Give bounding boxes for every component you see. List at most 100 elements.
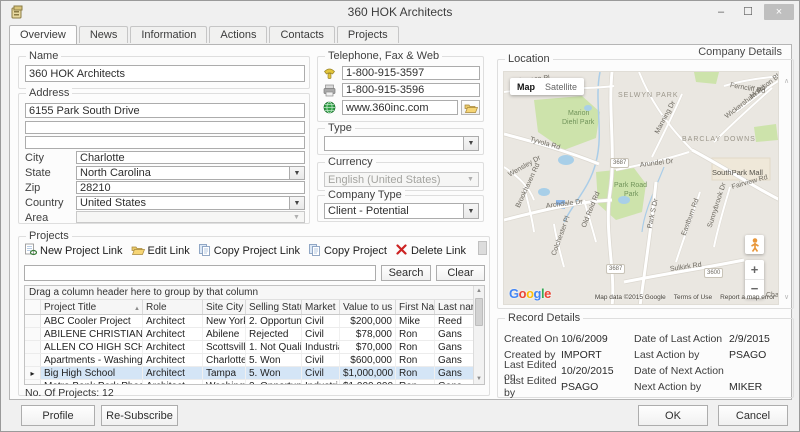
- column-header-first-name[interactable]: First Name: [396, 300, 435, 314]
- table-cell: Architect: [143, 380, 203, 385]
- map-button[interactable]: Map: [517, 82, 535, 92]
- area-select[interactable]: ▼: [76, 211, 305, 223]
- toolbar-new-project-link-button[interactable]: New Project Link: [24, 243, 123, 259]
- tab-actions[interactable]: Actions: [209, 26, 267, 43]
- table-row[interactable]: ALLEN CO HIGH SCHOOL PH 2ArchitectScotts…: [25, 341, 484, 354]
- new-project-link-icon: [24, 243, 37, 259]
- zip-input[interactable]: [76, 181, 305, 194]
- city-label: City: [25, 152, 44, 164]
- table-cell: Industrial: [302, 380, 340, 385]
- phone-input[interactable]: [342, 66, 480, 80]
- chevron-down-icon[interactable]: ▼: [289, 167, 304, 179]
- google-logo: Google: [509, 286, 551, 301]
- row-indicator: [25, 354, 41, 366]
- tab-projects[interactable]: Projects: [337, 26, 399, 43]
- tab-overview[interactable]: Overview: [9, 25, 77, 44]
- tab-news[interactable]: News: [79, 26, 129, 43]
- row-indicator: ▸: [25, 367, 41, 379]
- cancel-button[interactable]: Cancel: [718, 405, 788, 426]
- name-input[interactable]: [25, 65, 305, 82]
- zoom-in-button[interactable]: +: [745, 260, 764, 280]
- column-header-value-to-us[interactable]: Value to us: [340, 300, 396, 314]
- scroll-up-icon[interactable]: ∧: [782, 77, 791, 85]
- column-header-selling-status[interactable]: Selling Status: [246, 300, 302, 314]
- terms-link[interactable]: Terms of Use: [674, 294, 712, 301]
- name-group-label: Name: [26, 50, 61, 62]
- type-select[interactable]: ▼: [324, 136, 479, 151]
- satellite-button[interactable]: Satellite: [545, 82, 577, 92]
- profile-button[interactable]: Profile: [21, 405, 95, 426]
- state-label: State: [25, 167, 51, 179]
- location-group-label: Location: [505, 53, 553, 65]
- minimize-button[interactable]: –: [710, 4, 732, 20]
- map-canvas[interactable]: Seneca PlSELWYN PARKMarionDiehl ParkTyvo…: [503, 71, 779, 305]
- table-row[interactable]: Metro Bank Park Phase 2ArchitectWashingt…: [25, 380, 484, 385]
- state-select[interactable]: North Carolina ▼: [76, 166, 305, 180]
- toolbar-edit-link-button[interactable]: Edit Link: [131, 244, 190, 259]
- column-header-market[interactable]: Market: [302, 300, 340, 314]
- column-header-site-city[interactable]: Site City: [203, 300, 246, 314]
- phone-icon: [322, 67, 337, 80]
- table-cell: ALLEN CO HIGH SCHOOL PH 2: [41, 341, 143, 353]
- toolbar-copy-project-button[interactable]: Copy Project: [308, 243, 387, 259]
- address-line3-input[interactable]: [25, 136, 305, 149]
- record-field-value: 2/9/2015: [729, 333, 789, 345]
- title-bar[interactable]: 360 HOK Architects – ☐ ×: [1, 1, 799, 25]
- toolbar-delete-link-button[interactable]: Delete Link: [395, 243, 466, 259]
- row-indicator: [25, 328, 41, 340]
- address-line1-input[interactable]: [25, 103, 305, 118]
- column-header-role[interactable]: Role: [143, 300, 203, 314]
- column-header-project-title[interactable]: Project Title▲: [41, 300, 143, 314]
- table-row[interactable]: ▸Big High SchoolArchitectTampa5. WonCivi…: [25, 367, 484, 380]
- chevron-down-icon[interactable]: ▼: [289, 197, 304, 209]
- record-details-group: Record Details Created On10/6/2009Date o…: [497, 318, 794, 398]
- scroll-up-icon[interactable]: ▲: [474, 286, 484, 296]
- report-error-link[interactable]: Report a map error: [720, 294, 775, 301]
- company-type-select[interactable]: Client - Potential ▼: [324, 203, 479, 219]
- close-button[interactable]: ×: [764, 4, 794, 20]
- projects-count: No. Of Projects: 12: [25, 387, 114, 399]
- address-line2-input[interactable]: [25, 121, 305, 134]
- tab-contacts[interactable]: Contacts: [269, 26, 334, 43]
- scroll-down-icon[interactable]: ∨: [782, 293, 791, 301]
- chevron-down-icon[interactable]: ▼: [289, 212, 304, 222]
- map-type-control[interactable]: Map Satellite: [510, 78, 584, 95]
- website-input[interactable]: [342, 100, 458, 115]
- fax-input[interactable]: [342, 83, 480, 97]
- project-search-input[interactable]: [24, 265, 376, 281]
- map-label: SouthPark Mall: [712, 168, 763, 177]
- group-by-hint[interactable]: Drag a column header here to group by th…: [25, 286, 484, 300]
- table-row[interactable]: Apartments - WashingtonArchitectCharlott…: [25, 354, 484, 367]
- scrollbar-thumb[interactable]: [475, 298, 483, 326]
- search-button[interactable]: Search: [381, 265, 431, 281]
- table-cell: Ron: [396, 367, 435, 379]
- table-cell: 1. Not Qualified: [246, 341, 302, 353]
- open-website-button[interactable]: [461, 100, 480, 115]
- toolbar-copy-project-link-button[interactable]: Copy Project Link: [198, 243, 300, 259]
- country-select[interactable]: United States ▼: [76, 196, 305, 210]
- record-field-value: 10/20/2015: [561, 365, 634, 377]
- table-cell: $200,000: [340, 315, 396, 327]
- record-field-label: Last Action by: [634, 349, 729, 361]
- city-input[interactable]: [76, 151, 305, 164]
- column-header-last-name[interactable]: Last name: [435, 300, 475, 314]
- toolbar-overflow-icon[interactable]: [478, 241, 487, 255]
- company-details-label: Company Details: [698, 46, 782, 58]
- grid-scrollbar[interactable]: ▲ ▼: [473, 286, 484, 384]
- street-view-pegman[interactable]: [745, 235, 764, 254]
- map-label: Colchester Pl: [551, 215, 572, 257]
- table-row[interactable]: ABC Cooler ProjectArchitectNew York ...2…: [25, 315, 484, 328]
- google-logo-letter: g: [534, 286, 541, 301]
- tab-information[interactable]: Information: [130, 26, 207, 43]
- grid-header: Project Title▲RoleSite CitySelling Statu…: [25, 300, 484, 315]
- maximize-button[interactable]: ☐: [737, 4, 759, 20]
- panel-scrollbar[interactable]: ∧ ∨: [782, 71, 791, 305]
- chevron-down-icon[interactable]: ▼: [463, 204, 478, 218]
- ok-button[interactable]: OK: [638, 405, 708, 426]
- resubscribe-button[interactable]: Re-Subscribe: [101, 405, 178, 426]
- chevron-down-icon[interactable]: ▼: [463, 137, 478, 150]
- clear-button[interactable]: Clear: [436, 265, 485, 281]
- scroll-down-icon[interactable]: ▼: [474, 374, 484, 384]
- copy-link-icon: [308, 243, 321, 259]
- table-row[interactable]: ABILENE CHRISTIAN RECREATI...ArchitectAb…: [25, 328, 484, 341]
